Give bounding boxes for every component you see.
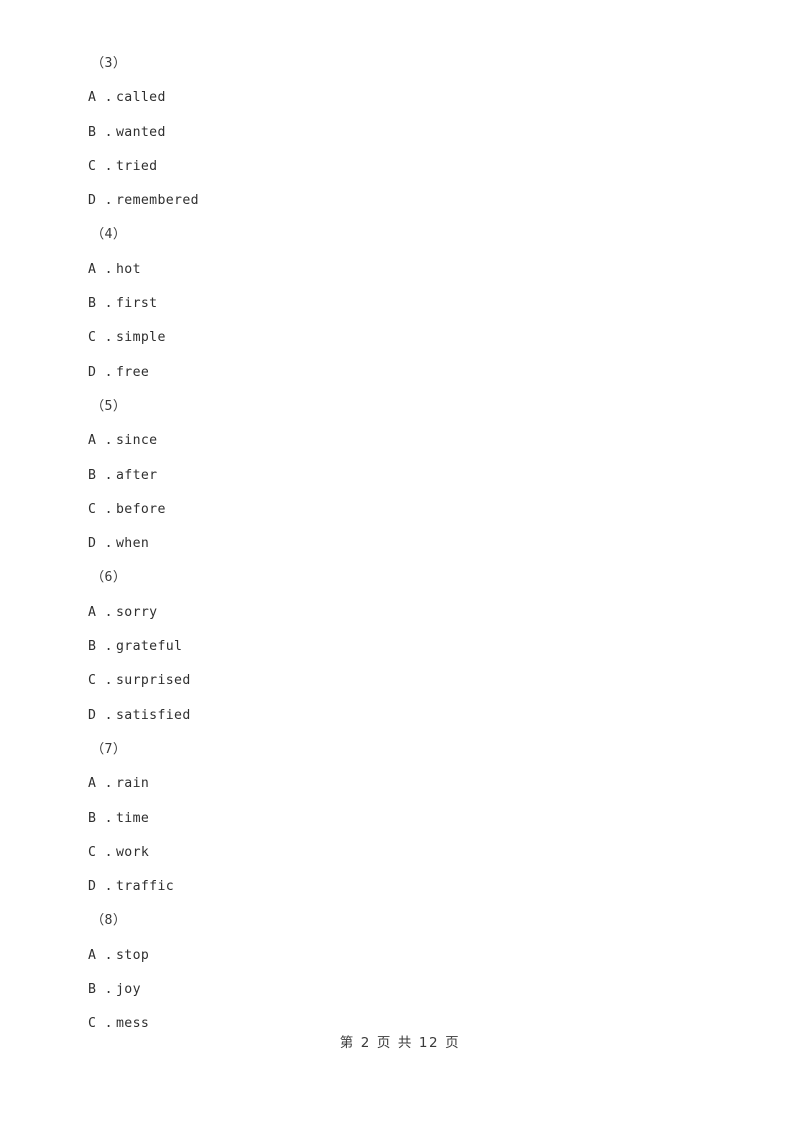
- option-key: D .: [88, 193, 113, 209]
- option-text: stop: [116, 947, 150, 963]
- option-key: A .: [88, 90, 113, 106]
- document-page: （3） A . called B . wanted C . tried D . remember…: [0, 0, 800, 1132]
- option-text: sorry: [116, 604, 158, 620]
- answer-option: D . remembered: [88, 184, 728, 218]
- option-text: time: [116, 810, 150, 826]
- question-number: （4）: [91, 227, 127, 243]
- option-text: called: [116, 90, 166, 106]
- answer-option: D . when: [88, 527, 728, 561]
- option-text: grateful: [116, 639, 183, 655]
- question-list: （3） A . called B . wanted C . tried D . remember…: [88, 47, 728, 1042]
- option-text: wanted: [116, 124, 166, 140]
- option-text: free: [116, 364, 150, 380]
- option-text: first: [116, 296, 158, 312]
- answer-option: D . traffic: [88, 870, 728, 904]
- option-text: when: [116, 536, 150, 552]
- option-text: surprised: [116, 673, 191, 689]
- answer-option: C . tried: [88, 150, 728, 184]
- answer-option: B . joy: [88, 973, 728, 1007]
- answer-option: A . stop: [88, 939, 728, 973]
- question-number: （5）: [91, 398, 127, 414]
- option-text: mess: [116, 1016, 150, 1032]
- option-key: B .: [88, 639, 113, 655]
- question-number: （3）: [91, 56, 127, 71]
- answer-option: B . time: [88, 802, 728, 836]
- option-text: since: [116, 433, 158, 449]
- option-key: A .: [88, 604, 113, 620]
- option-text: traffic: [116, 879, 175, 895]
- option-key: D .: [88, 364, 113, 380]
- option-key: D .: [88, 707, 113, 723]
- question-number: （7）: [91, 741, 127, 757]
- option-text: satisfied: [116, 707, 191, 723]
- answer-option: C . surprised: [88, 664, 728, 698]
- option-text: tried: [116, 158, 158, 174]
- answer-option: C . work: [88, 836, 728, 870]
- option-key: B .: [88, 810, 113, 826]
- option-key: D .: [88, 536, 113, 552]
- answer-option: A . since: [88, 424, 728, 458]
- option-text: rain: [116, 776, 150, 792]
- answer-option: C . before: [88, 493, 728, 527]
- option-text: after: [116, 467, 158, 483]
- option-text: hot: [116, 261, 141, 277]
- option-key: B .: [88, 467, 113, 483]
- answer-option: C . simple: [88, 321, 728, 355]
- answer-option: D . satisfied: [88, 699, 728, 733]
- answer-option: B . wanted: [88, 116, 728, 150]
- question-number: （6）: [91, 570, 127, 586]
- option-text: work: [116, 844, 150, 860]
- option-text: joy: [116, 982, 141, 998]
- answer-option: A . rain: [88, 767, 728, 801]
- option-text: remembered: [116, 193, 199, 209]
- option-key: A .: [88, 261, 113, 277]
- option-key: C .: [88, 501, 113, 517]
- answer-option: B . after: [88, 459, 728, 493]
- option-key: B .: [88, 982, 113, 998]
- answer-option: B . first: [88, 287, 728, 321]
- answer-option: A . hot: [88, 253, 728, 287]
- option-text: before: [116, 501, 166, 517]
- option-key: A .: [88, 947, 113, 963]
- option-key: D .: [88, 879, 113, 895]
- option-key: B .: [88, 124, 113, 140]
- answer-option: A . sorry: [88, 596, 728, 630]
- option-key: B .: [88, 296, 113, 312]
- option-key: C .: [88, 673, 113, 689]
- option-key: A .: [88, 776, 113, 792]
- answer-option: B . grateful: [88, 630, 728, 664]
- page-footer: 第 2 页 共 12 页: [339, 1035, 461, 1051]
- option-key: C .: [88, 844, 113, 860]
- option-key: C .: [88, 330, 113, 346]
- answer-option: A . called: [88, 81, 728, 115]
- option-text: simple: [116, 330, 166, 346]
- option-key: C .: [88, 158, 113, 174]
- answer-option: D . free: [88, 356, 728, 390]
- option-key: A .: [88, 433, 113, 449]
- question-number: （8）: [91, 913, 127, 929]
